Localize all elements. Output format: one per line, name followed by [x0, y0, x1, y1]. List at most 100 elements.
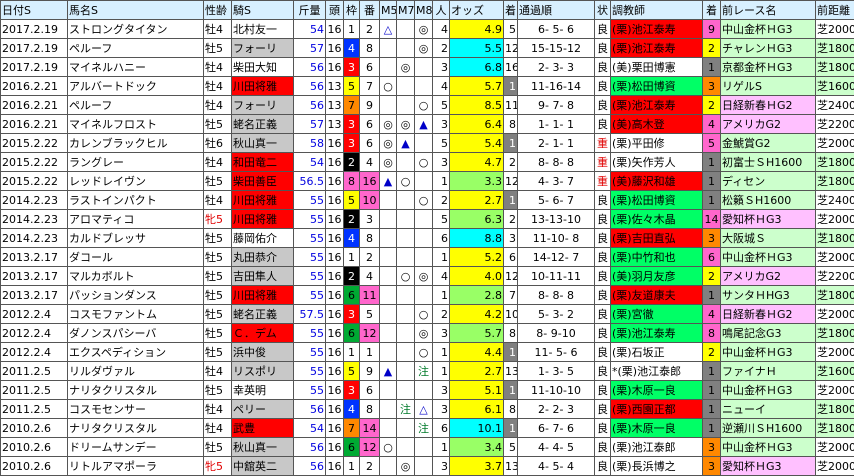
- cell-frame: 3: [344, 115, 360, 134]
- col-header-prev-finish[interactable]: 着: [703, 1, 721, 20]
- cell-pop: 5: [433, 134, 450, 153]
- cell-finish: 5: [504, 438, 518, 457]
- cell-prev-finish: 14: [703, 210, 721, 229]
- cell-horse: アロマティコ: [68, 210, 204, 229]
- cell-date: 2014.2.23: [1, 191, 68, 210]
- cell-weight: 55: [294, 324, 326, 343]
- cell-prev-dist: 芝2000: [816, 381, 854, 400]
- cell-m7: [397, 381, 415, 400]
- col-header-number[interactable]: 番: [360, 1, 380, 20]
- cell-prev-dist: 芝2000: [816, 210, 854, 229]
- col-header-prev-race[interactable]: 前レース名: [721, 1, 816, 20]
- cell-trainer: (栗)池江泰寿: [611, 96, 703, 115]
- cell-prev-finish: 1: [703, 400, 721, 419]
- cell-trainer: (美)羽月友彦: [611, 267, 703, 286]
- cell-finish: 11: [504, 96, 518, 115]
- cell-frame: 1: [344, 457, 360, 476]
- cell-prev-race: 松籟ＳH1600: [721, 191, 816, 210]
- cell-frame: 1: [344, 343, 360, 362]
- col-header-weight[interactable]: 斤量: [294, 1, 326, 20]
- col-header-frame[interactable]: 枠: [344, 1, 360, 20]
- cell-prev-finish: 1: [703, 191, 721, 210]
- cell-date: 2016.2.21: [1, 96, 68, 115]
- cell-jockey: 和田竜二: [232, 153, 294, 172]
- col-header-prev-dist[interactable]: 前距離: [816, 1, 854, 20]
- cell-sex-age: 牡6: [204, 134, 232, 153]
- cell-finish: 8: [504, 324, 518, 343]
- cell-trainer: (栗)松田博資: [611, 77, 703, 96]
- cell-finish: 12: [504, 267, 518, 286]
- col-header-sex-age[interactable]: 性齢: [204, 1, 232, 20]
- cell-prev-finish: 1: [703, 286, 721, 305]
- cell-date: 2015.2.22: [1, 134, 68, 153]
- col-header-horse[interactable]: 馬名S: [68, 1, 204, 20]
- col-header-passing[interactable]: 通過順: [518, 1, 595, 20]
- cell-prev-race: 鳴尾記念G3: [721, 324, 816, 343]
- col-header-jockey[interactable]: 騎S: [232, 1, 294, 20]
- cell-m7: [397, 438, 415, 457]
- cell-prev-finish: 2: [703, 39, 721, 58]
- cell-m7: ◎: [397, 58, 415, 77]
- cell-field: 16: [326, 134, 344, 153]
- cell-weight: 56: [294, 58, 326, 77]
- cell-m5: [380, 96, 397, 115]
- col-header-track[interactable]: 状: [595, 1, 611, 20]
- cell-track: 良: [595, 58, 611, 77]
- cell-weight: 57: [294, 115, 326, 134]
- col-header-finish[interactable]: 着: [504, 1, 518, 20]
- cell-horse: エクスペディション: [68, 343, 204, 362]
- col-header-pop[interactable]: 人: [433, 1, 450, 20]
- col-header-field[interactable]: 頭: [326, 1, 344, 20]
- cell-m5: [380, 419, 397, 438]
- cell-finish: 1: [504, 134, 518, 153]
- cell-odds: 5.5: [450, 39, 504, 58]
- cell-pop: 1: [433, 362, 450, 381]
- cell-jockey: 柴田大知: [232, 58, 294, 77]
- col-header-odds[interactable]: オッズ: [450, 1, 504, 20]
- col-header-date[interactable]: 日付S: [1, 1, 68, 20]
- cell-date: 2011.2.5: [1, 381, 68, 400]
- cell-m5: [380, 324, 397, 343]
- cell-date: 2017.2.19: [1, 58, 68, 77]
- cell-trainer: (栗)木原一良: [611, 381, 703, 400]
- cell-sex-age: 牡5: [204, 115, 232, 134]
- cell-sex-age: 牡4: [204, 153, 232, 172]
- cell-prev-finish: 1: [703, 153, 721, 172]
- col-header-trainer[interactable]: 調教師: [611, 1, 703, 20]
- cell-date: 2012.2.4: [1, 343, 68, 362]
- cell-m8: △: [415, 400, 433, 419]
- cell-odds: 2.7: [450, 191, 504, 210]
- cell-track: 重: [595, 172, 611, 191]
- cell-passing: 11-10-10: [518, 381, 595, 400]
- cell-number: 14: [360, 419, 380, 438]
- cell-sex-age: 牡4: [204, 191, 232, 210]
- cell-finish: 1: [504, 419, 518, 438]
- cell-m7: ○: [397, 267, 415, 286]
- cell-prev-race: サンタＨHG3: [721, 286, 816, 305]
- cell-field: 16: [326, 248, 344, 267]
- cell-m7: [397, 419, 415, 438]
- cell-finish: 1: [504, 191, 518, 210]
- cell-pop: 4: [433, 77, 450, 96]
- cell-prev-race: 逆瀬川ＳH1600: [721, 419, 816, 438]
- col-header-m5[interactable]: M5: [380, 1, 397, 20]
- cell-trainer: (栗)矢作芳人: [611, 153, 703, 172]
- cell-odds: 8.8: [450, 229, 504, 248]
- cell-trainer: (栗)木原一良: [611, 419, 703, 438]
- cell-trainer: *(栗)池江泰郎: [611, 362, 703, 381]
- cell-prev-finish: 3: [703, 457, 721, 476]
- cell-passing: 2- 1- 1: [518, 134, 595, 153]
- cell-horse: ラングレー: [68, 153, 204, 172]
- cell-frame: 7: [344, 96, 360, 115]
- cell-track: 良: [595, 229, 611, 248]
- cell-field: 16: [326, 267, 344, 286]
- cell-jockey: リスポリ: [232, 362, 294, 381]
- col-header-m8[interactable]: M8: [415, 1, 433, 20]
- cell-track: 良: [595, 419, 611, 438]
- cell-prev-finish: 2: [703, 267, 721, 286]
- cell-odds: 5.1: [450, 381, 504, 400]
- cell-odds: 2.8: [450, 286, 504, 305]
- cell-frame: 8: [344, 172, 360, 191]
- col-header-m7[interactable]: M7: [397, 1, 415, 20]
- cell-sex-age: 牡4: [204, 400, 232, 419]
